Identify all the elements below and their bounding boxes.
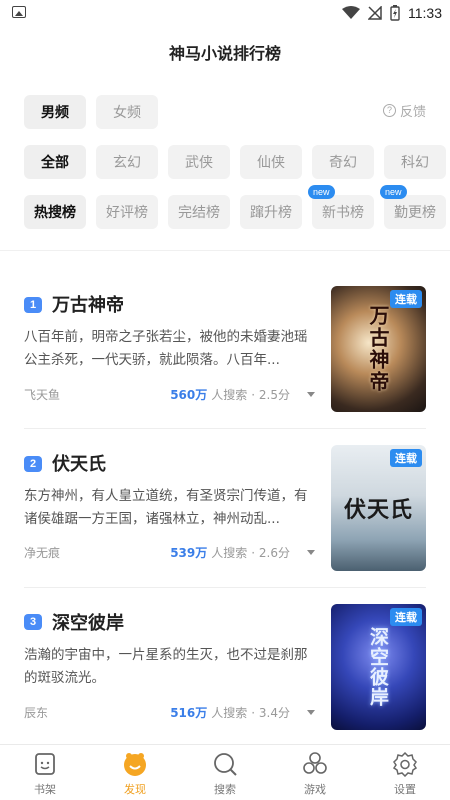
- divider: [24, 428, 426, 429]
- new-badge: new: [380, 185, 407, 199]
- rank-badge: 1: [24, 297, 42, 313]
- no-signal-icon: [368, 6, 382, 20]
- feedback-button[interactable]: ? 反馈: [382, 101, 426, 120]
- book-score: · 2.6分: [251, 546, 290, 560]
- tab-category-xuanhuan[interactable]: 玄幻: [96, 145, 158, 179]
- tab-category-xianxia[interactable]: 仙侠: [240, 145, 302, 179]
- divider: [24, 587, 426, 588]
- image-notification-icon: [12, 6, 26, 18]
- game-icon: [303, 752, 327, 774]
- book-author: 净无痕: [24, 546, 61, 560]
- tab-label: 发现: [124, 783, 146, 796]
- book-cover[interactable]: 深空彼岸 连载: [331, 604, 426, 730]
- bookshelf-icon: [35, 753, 55, 775]
- tab-category-wuxia[interactable]: 武侠: [168, 145, 230, 179]
- divider: [0, 250, 450, 251]
- tab-settings[interactable]: 设置: [375, 751, 435, 799]
- search-count: 539万: [170, 546, 208, 560]
- book-description: 八百年前，明帝之子张若尘，被他的未婚妻池瑶公主杀死，一代天骄，就此陨落。八百年.…: [24, 329, 308, 368]
- tab-game[interactable]: 游戏: [285, 751, 345, 799]
- status-badge: 连载: [390, 608, 422, 626]
- wifi-icon: [342, 6, 360, 19]
- search-label: 人搜索: [211, 388, 248, 402]
- status-icons: 11:33: [342, 3, 442, 23]
- search-label: 人搜索: [211, 706, 248, 720]
- gear-icon: [392, 751, 418, 777]
- chevron-down-icon[interactable]: [307, 710, 315, 715]
- chevron-down-icon[interactable]: [307, 550, 315, 555]
- new-badge: new: [308, 185, 335, 199]
- tab-female[interactable]: 女频: [96, 95, 158, 129]
- book-cover[interactable]: 万古神帝 连载: [331, 286, 426, 412]
- search-icon: [214, 753, 237, 776]
- question-icon: ?: [382, 104, 396, 117]
- tab-category-all[interactable]: 全部: [24, 145, 86, 179]
- status-badge: 连载: [390, 290, 422, 308]
- rank-badge: 2: [24, 456, 42, 472]
- tab-bookshelf[interactable]: 书架: [15, 751, 75, 799]
- tab-rank-new[interactable]: new 新书榜: [308, 185, 374, 229]
- book-stats: 539万 人搜索 · 2.6分: [170, 544, 290, 561]
- book-description: 东方神州，有人皇立道统，有圣贤宗门传道，有诸侯雄踞一方王国，诸强林立，神州动乱.…: [24, 488, 308, 527]
- clock: 11:33: [408, 5, 442, 21]
- book-cover[interactable]: 伏天氏 连载: [331, 445, 426, 571]
- tab-label: 游戏: [304, 783, 326, 796]
- book-description: 浩瀚的宇宙中，一片星系的生灭，也不过是刹那的斑驳流光。: [24, 647, 308, 686]
- book-score: · 2.5分: [251, 388, 290, 402]
- tab-search[interactable]: 搜索: [195, 751, 255, 799]
- tab-rank-update[interactable]: new 勤更榜: [380, 185, 446, 229]
- tab-label: 搜索: [214, 783, 236, 796]
- tab-rank-new-label: 新书榜: [322, 205, 364, 221]
- status-bar: 11:33: [0, 0, 450, 26]
- book-score: · 3.4分: [251, 706, 290, 720]
- page-title: 神马小说排行榜: [168, 44, 281, 63]
- search-count: 560万: [170, 388, 208, 402]
- book-title: 万古神帝: [52, 295, 124, 316]
- book-author: 飞天鱼: [24, 388, 61, 402]
- tab-label: 书架: [34, 783, 56, 796]
- book-stats: 560万 人搜索 · 2.5分: [170, 386, 290, 403]
- tab-category-qihuan[interactable]: 奇幻: [312, 145, 374, 179]
- discover-icon: [124, 753, 146, 776]
- search-count: 516万: [170, 706, 208, 720]
- tab-rank-rising[interactable]: 蹿升榜: [240, 195, 302, 229]
- search-label: 人搜索: [211, 546, 248, 560]
- feedback-label: 反馈: [399, 105, 426, 120]
- chevron-down-icon[interactable]: [307, 392, 315, 397]
- book-title: 伏天氏: [52, 454, 106, 475]
- bottom-tab-bar: 书架 发现 搜索 游戏 设置: [0, 744, 450, 800]
- book-title: 深空彼岸: [52, 613, 124, 634]
- tab-rank-hot[interactable]: 热搜榜: [24, 195, 86, 229]
- book-stats: 516万 人搜索 · 3.4分: [170, 704, 290, 721]
- tab-category-kehuan[interactable]: 科幻: [384, 145, 446, 179]
- tab-rank-update-label: 勤更榜: [394, 205, 436, 221]
- status-badge: 连载: [390, 449, 422, 467]
- tab-rank-finished[interactable]: 完结榜: [168, 195, 230, 229]
- tab-male[interactable]: 男频: [24, 95, 86, 129]
- tab-rank-rating[interactable]: 好评榜: [96, 195, 158, 229]
- tab-label: 设置: [394, 783, 416, 796]
- tab-discover[interactable]: 发现: [105, 751, 165, 799]
- battery-icon: [390, 5, 400, 21]
- book-author: 辰东: [24, 706, 49, 720]
- rank-badge: 3: [24, 614, 42, 630]
